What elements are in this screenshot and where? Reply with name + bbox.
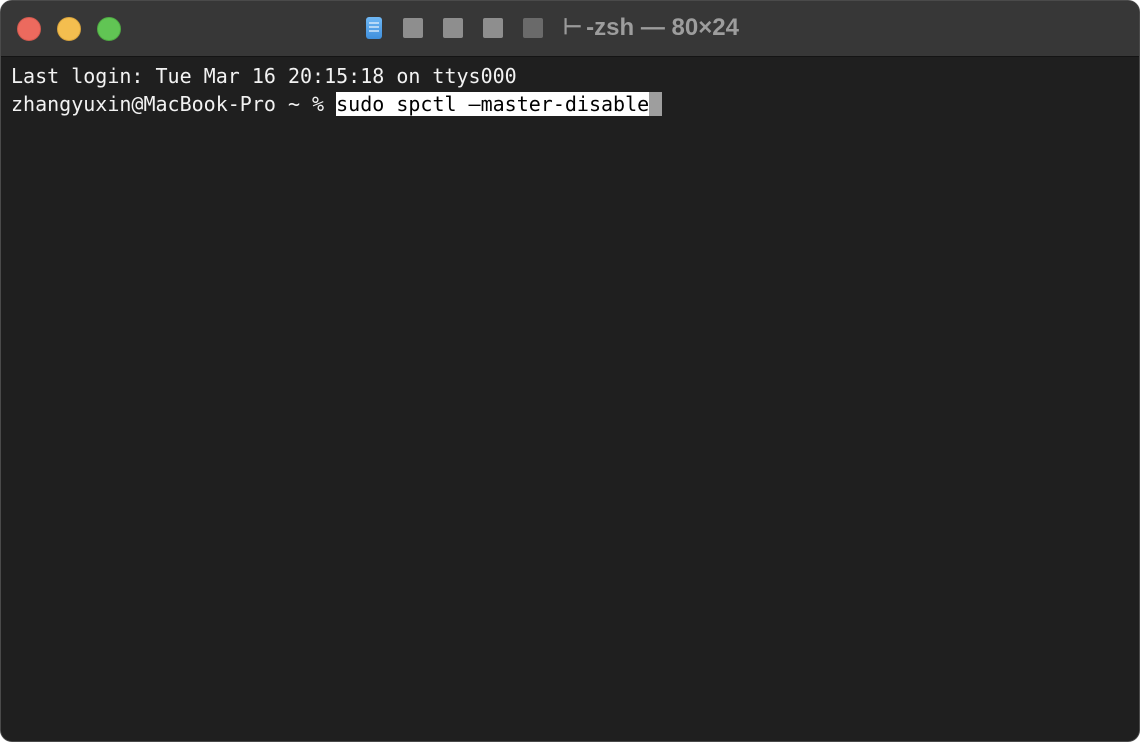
window-title-group: ⊢ -zsh — 80×24	[365, 13, 739, 43]
prompt-line: zhangyuxin@MacBook-Pro ~ % sudo spctl —m…	[11, 90, 1129, 118]
redacted-block-icon	[483, 18, 503, 38]
document-proxy-icon[interactable]	[365, 15, 383, 41]
redacted-block-icon	[523, 18, 543, 38]
terminal-window: ⊢ -zsh — 80×24 Last login: Tue Mar 16 20…	[0, 0, 1140, 742]
redacted-block-icon	[403, 18, 423, 38]
title-bar[interactable]: ⊢ -zsh — 80×24	[1, 1, 1139, 57]
close-icon[interactable]	[17, 17, 41, 41]
shell-prompt: zhangyuxin@MacBook-Pro ~ %	[11, 92, 337, 116]
typed-command: sudo spctl —master-disable	[336, 92, 650, 116]
window-title: -zsh — 80×24	[586, 14, 739, 41]
path-separator-icon: ⊢	[563, 14, 583, 39]
minimize-icon[interactable]	[57, 17, 81, 41]
terminal-output[interactable]: Last login: Tue Mar 16 20:15:18 on ttys0…	[1, 57, 1139, 741]
zoom-icon[interactable]	[97, 17, 121, 41]
text-cursor	[649, 92, 663, 116]
redacted-block-icon	[443, 18, 463, 38]
last-login-line: Last login: Tue Mar 16 20:15:18 on ttys0…	[11, 64, 517, 88]
